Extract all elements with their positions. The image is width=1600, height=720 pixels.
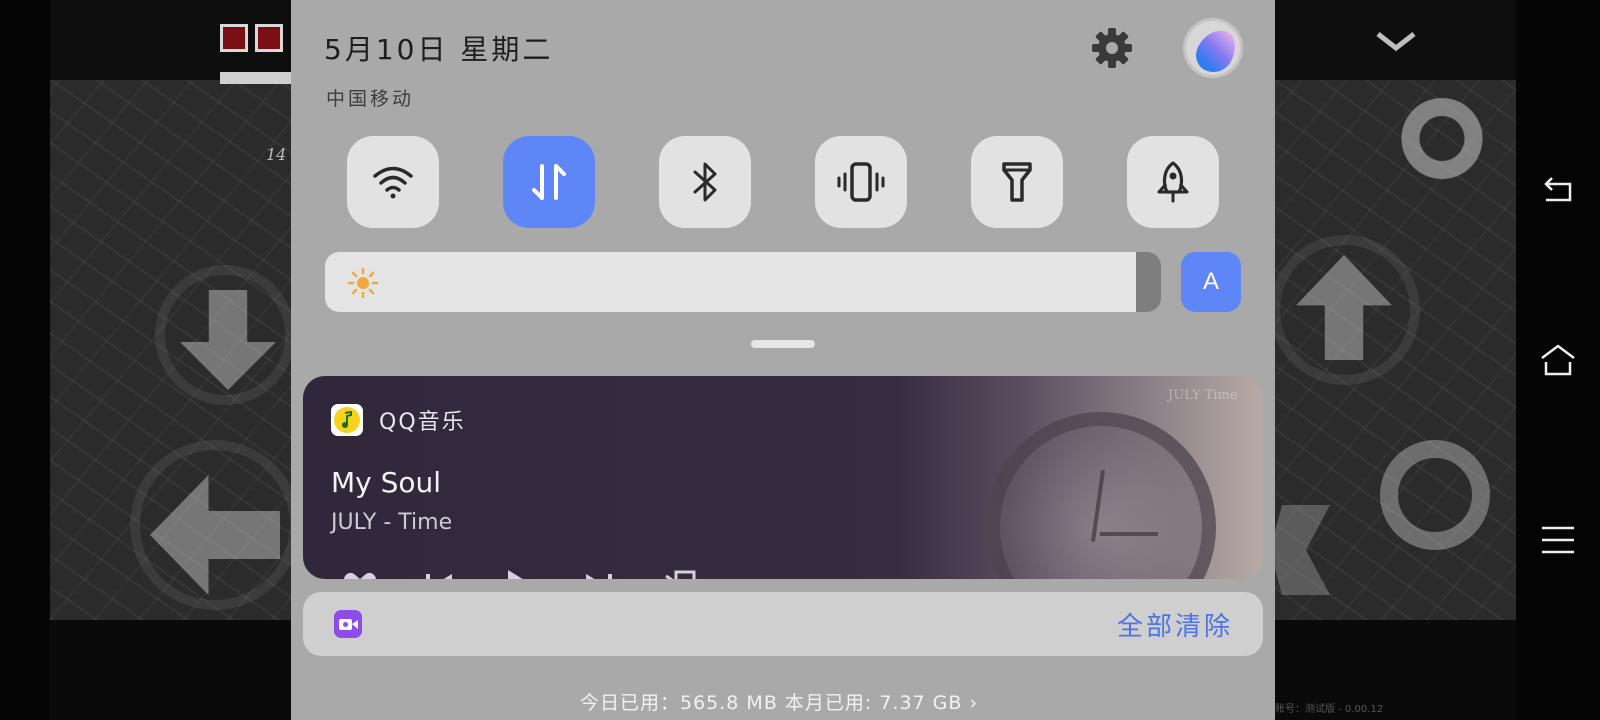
song-title: My Soul [331,466,442,499]
stamina-bar [220,72,295,84]
album-watermark: JULY Time [1168,388,1238,403]
back-icon[interactable] [1538,170,1578,210]
game-version-label: 账号：测试版 - 0.00.12 [1275,704,1384,715]
music-app-name: QQ音乐 [379,410,466,435]
bluetooth-toggle[interactable] [659,136,751,228]
health-icon [255,24,283,52]
qq-music-icon [331,404,363,436]
album-art-detail [1100,532,1158,536]
brightness-fill [325,252,1136,312]
health-icon [220,24,248,52]
song-artist: JULY - Time [331,510,453,535]
vibrate-toggle[interactable] [815,136,907,228]
date-label: 5月10日 星期二 [324,33,554,66]
card-gap [303,579,1263,593]
clear-all-button[interactable]: 全部清除 [1117,606,1233,643]
avatar[interactable] [1183,18,1243,78]
flashlight-toggle[interactable] [971,136,1063,228]
brightness-slider[interactable] [325,252,1161,312]
carrier-label: 中国移动 [326,88,415,110]
home-icon[interactable] [1538,340,1578,380]
menu-icon[interactable] [1538,520,1578,560]
game-mode-toggle[interactable] [1127,136,1219,228]
rocket-icon [1157,161,1189,203]
gear-icon[interactable] [1090,26,1134,70]
wifi-toggle[interactable] [347,136,439,228]
data-usage-link[interactable]: 今日已用：565.8 MB 本月已用: 7.37 GB › [580,688,978,715]
game-emblem-icon [1372,80,1512,210]
screen-record-icon [334,610,362,638]
item-counter: 14 [266,145,287,164]
vibrate-icon [837,162,885,202]
auto-brightness-button[interactable]: A [1181,252,1241,312]
data-arrows-icon [532,164,566,200]
left-edge [0,0,50,720]
sun-icon [348,268,378,298]
drag-handle[interactable] [751,340,815,348]
mobile-data-toggle[interactable] [503,136,595,228]
flashlight-icon [1002,162,1032,202]
wifi-icon [373,166,413,199]
chevron-down-icon[interactable] [1374,30,1418,52]
attack-button[interactable] [1380,440,1490,550]
bluetooth-icon [693,162,717,202]
